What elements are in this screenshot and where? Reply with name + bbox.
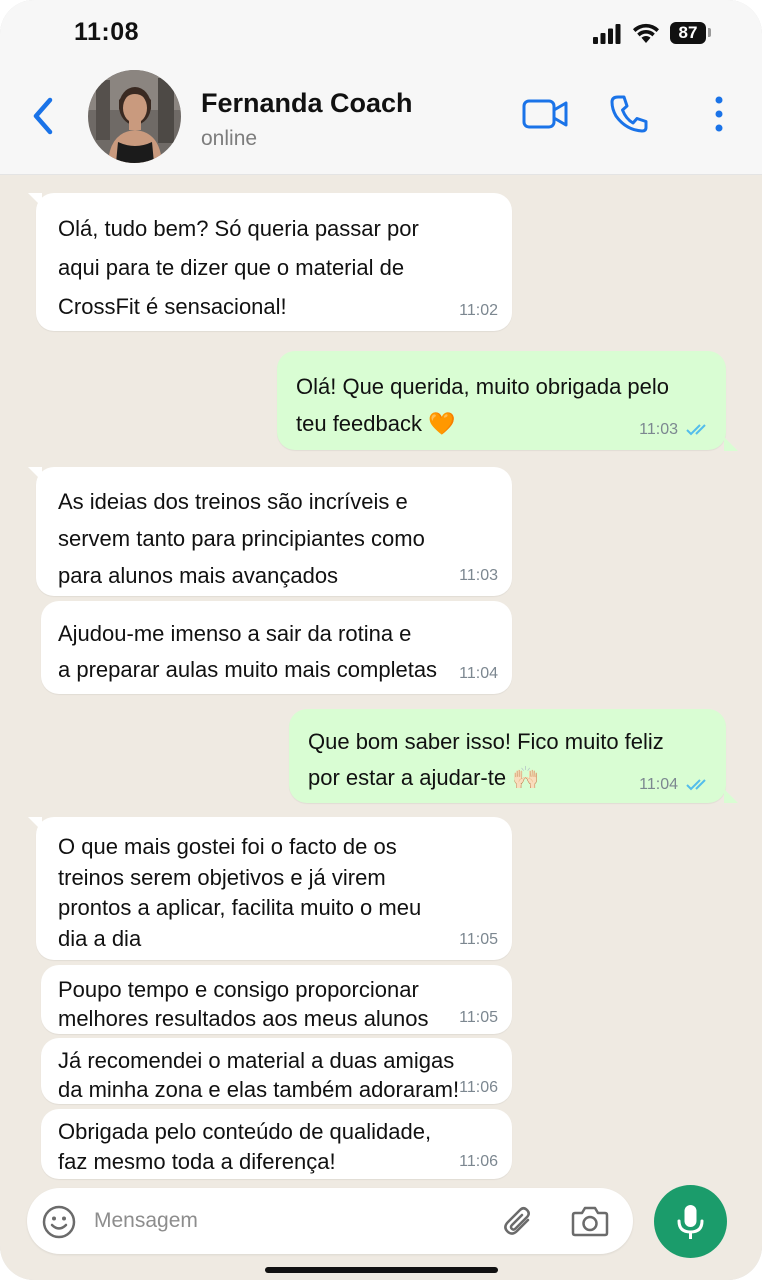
chevron-left-icon[interactable] [28, 94, 58, 138]
message-incoming[interactable]: Obrigada pelo conteúdo de qualidade, faz… [41, 1109, 512, 1179]
message-time: 11:02 [459, 302, 498, 319]
message-meta: 11:04 [459, 666, 498, 682]
message-incoming[interactable]: O que mais gostei foi o facto de os trei… [36, 817, 512, 960]
message-text: O que mais gostei foi o facto de os trei… [58, 834, 422, 951]
message-text: Olá! Que querida, muito obrigada pelo te… [296, 374, 670, 436]
message-incoming[interactable]: Olá, tudo bem? Só queria passar por aqui… [36, 193, 512, 331]
message-composer: Mensagem [27, 1188, 633, 1254]
message-meta: 11:05 [459, 1010, 498, 1026]
message-time: 11:04 [639, 776, 678, 793]
message-time: 11:06 [459, 1079, 498, 1096]
phone-screen: 11:08 87 Fernanda Coach online Olá, tudo… [0, 0, 762, 1280]
message-outgoing[interactable]: Que bom saber isso! Fico muito feliz por… [289, 709, 726, 803]
message-meta: 11:03 [459, 568, 498, 584]
message-time: 11:05 [459, 1009, 498, 1026]
bubble-tail [724, 437, 738, 451]
message-time: 11:05 [459, 931, 498, 948]
message-input[interactable]: Mensagem [94, 1209, 198, 1233]
status-bar: 11:08 87 [0, 0, 762, 70]
message-text: As ideias dos treinos são incríveis e se… [58, 489, 425, 588]
wifi-icon [633, 23, 659, 43]
camera-icon[interactable] [571, 1204, 609, 1238]
avatar[interactable] [88, 70, 181, 163]
more-vertical-icon[interactable] [710, 96, 728, 132]
message-time: 11:06 [459, 1153, 498, 1170]
message-outgoing[interactable]: Olá! Que querida, muito obrigada pelo te… [277, 351, 726, 450]
message-meta: 11:04 [639, 777, 712, 793]
message-incoming[interactable]: Já recomendei o material a duas amigas d… [41, 1038, 512, 1104]
phone-icon[interactable] [610, 94, 648, 134]
microphone-icon [677, 1205, 704, 1239]
paperclip-icon[interactable] [501, 1204, 537, 1240]
avatar-photo [88, 70, 181, 163]
message-time: 11:03 [639, 421, 678, 438]
message-meta: 11:03 [639, 422, 712, 438]
message-meta: 11:02 [459, 303, 498, 319]
read-receipt-icon [686, 779, 706, 791]
home-indicator [265, 1267, 498, 1273]
message-text: Já recomendei o material a duas amigas d… [58, 1048, 460, 1102]
video-camera-icon[interactable] [522, 98, 568, 130]
battery-indicator: 87 [670, 22, 706, 44]
message-text: Olá, tudo bem? Só queria passar por aqui… [58, 216, 419, 319]
chat-header: Fernanda Coach online [0, 70, 762, 175]
cellular-signal-icon [593, 24, 621, 44]
status-time: 11:08 [74, 18, 140, 46]
message-meta: 11:06 [459, 1154, 498, 1170]
message-incoming[interactable]: Poupo tempo e consigo proporcionar melho… [41, 965, 512, 1034]
microphone-button[interactable] [654, 1185, 727, 1258]
contact-name[interactable]: Fernanda Coach [201, 88, 413, 119]
contact-status: online [201, 127, 258, 150]
battery-tip [708, 28, 711, 37]
message-text: Que bom saber isso! Fico muito feliz por… [308, 729, 664, 790]
message-text: Poupo tempo e consigo proporcionar melho… [58, 977, 429, 1031]
message-text: Obrigada pelo conteúdo de qualidade, faz… [58, 1119, 432, 1174]
emoji-icon[interactable] [41, 1204, 77, 1240]
message-meta: 11:06 [459, 1080, 498, 1096]
read-receipt-icon [686, 424, 706, 436]
message-text: Ajudou-me imenso a sair da rotina e a pr… [58, 621, 438, 682]
message-incoming[interactable]: As ideias dos treinos são incríveis e se… [36, 467, 512, 596]
message-incoming[interactable]: Ajudou-me imenso a sair da rotina e a pr… [41, 601, 512, 694]
message-time: 11:04 [459, 665, 498, 682]
bubble-tail [724, 789, 738, 803]
message-time: 11:03 [459, 567, 498, 584]
message-meta: 11:05 [459, 932, 498, 948]
